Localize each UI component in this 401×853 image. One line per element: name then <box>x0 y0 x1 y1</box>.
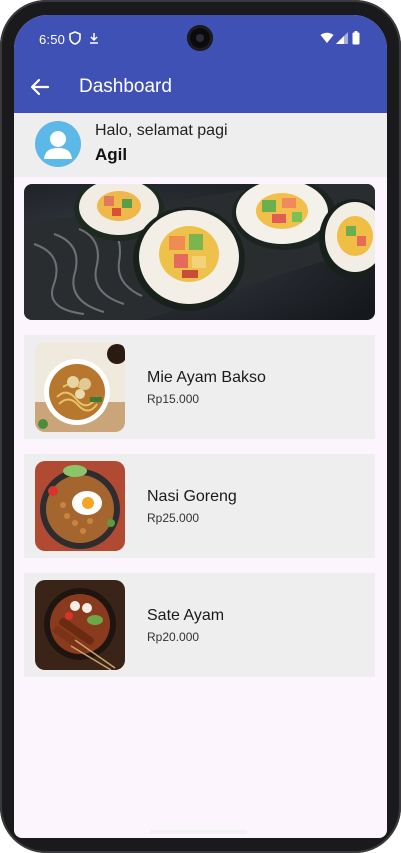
home-indicator[interactable] <box>150 830 247 834</box>
phone-frame: 6:50 Dashboard Halo, selamat pagi Agil M… <box>0 0 401 853</box>
signal-icon <box>336 32 348 44</box>
download-icon <box>90 33 98 44</box>
app-bar: Dashboard <box>14 62 387 113</box>
food-name: Mie Ayam Bakso <box>147 369 266 386</box>
sushi-rolls-banner <box>24 184 375 320</box>
page-title: Dashboard <box>79 76 172 97</box>
wifi-icon <box>320 32 334 43</box>
food-item-sate-ayam[interactable]: Sate Ayam Rp20.000 <box>24 573 375 677</box>
nasi-goreng-photo <box>35 461 125 551</box>
greeting-text: Halo, selamat pagi <box>95 122 228 139</box>
sate-ayam-photo <box>35 580 125 670</box>
food-name: Sate Ayam <box>147 607 225 624</box>
food-price: Rp15.000 <box>147 392 200 406</box>
food-price: Rp20.000 <box>147 630 200 644</box>
arrow-left-icon[interactable] <box>28 75 52 99</box>
food-item-mie-ayam-bakso[interactable]: Mie Ayam Bakso Rp15.000 <box>24 335 375 439</box>
greeting-header: Halo, selamat pagi Agil <box>14 113 387 177</box>
status-time: 6:50 <box>39 32 66 47</box>
mie-ayam-bakso-photo <box>35 342 125 432</box>
status-bar: 6:50 <box>14 15 387 62</box>
food-name: Nasi Goreng <box>147 488 237 505</box>
food-price: Rp25.000 <box>147 511 200 525</box>
front-camera <box>187 25 213 51</box>
battery-icon <box>352 31 360 45</box>
app-screen: 6:50 Dashboard Halo, selamat pagi Agil M… <box>14 15 387 838</box>
user-name: Agil <box>95 145 128 164</box>
food-item-nasi-goreng[interactable]: Nasi Goreng Rp25.000 <box>24 454 375 558</box>
person-avatar-icon <box>35 121 81 167</box>
shield-icon <box>69 31 81 45</box>
